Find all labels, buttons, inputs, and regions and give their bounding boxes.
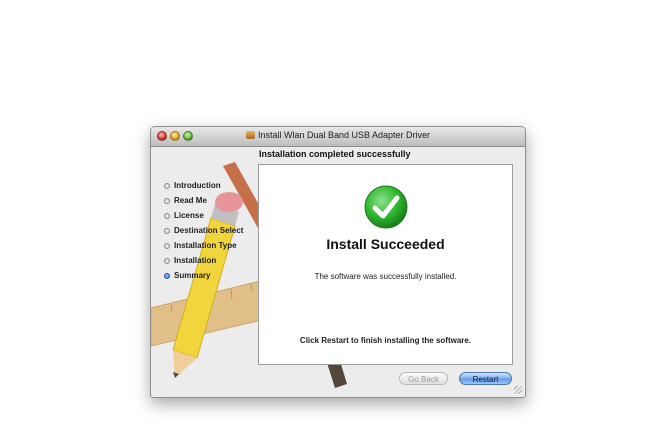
step-read-me: Read Me <box>164 193 243 208</box>
checkmark-icon <box>364 185 408 229</box>
step-installation: Installation <box>164 253 243 268</box>
step-label: Introduction <box>174 181 221 190</box>
step-bullet-active-icon <box>164 272 170 279</box>
step-license: License <box>164 208 243 223</box>
installer-window: Install Wlan Dual Band USB Adapter Drive… <box>150 126 526 398</box>
installer-steps-list: Introduction Read Me License Destination… <box>164 178 243 283</box>
step-label: Installation Type <box>174 241 237 250</box>
install-status-heading: Install Succeeded <box>326 236 445 252</box>
step-label: Installation <box>174 256 217 265</box>
window-title-container: Install Wlan Dual Band USB Adapter Drive… <box>151 130 525 140</box>
title-bar[interactable]: Install Wlan Dual Band USB Adapter Drive… <box>151 127 525 147</box>
step-bullet-icon <box>164 212 170 219</box>
restart-button[interactable]: Restart <box>459 372 512 385</box>
step-label: Summary <box>174 271 211 280</box>
step-destination-select: Destination Select <box>164 223 243 238</box>
step-label: Read Me <box>174 196 207 205</box>
window-title: Install Wlan Dual Band USB Adapter Drive… <box>257 130 431 140</box>
step-installation-type: Installation Type <box>164 238 243 253</box>
package-icon <box>245 131 255 139</box>
install-status-message: The software was successfully installed. <box>314 272 457 281</box>
content-panel: Install Succeeded The software was succe… <box>258 164 513 365</box>
resize-grip[interactable] <box>514 386 522 394</box>
go-back-button[interactable]: Go Back <box>399 372 448 385</box>
step-bullet-icon <box>164 227 170 234</box>
step-bullet-icon <box>164 242 170 249</box>
step-bullet-icon <box>164 182 170 189</box>
step-summary: Summary <box>164 268 243 283</box>
step-bullet-icon <box>164 257 170 264</box>
step-label: License <box>174 211 204 220</box>
step-label: Destination Select <box>174 226 244 235</box>
restart-instruction: Click Restart to finish installing the s… <box>299 336 472 345</box>
step-introduction: Introduction <box>164 178 243 193</box>
step-bullet-icon <box>164 197 170 204</box>
step-subtitle: Installation completed successfully <box>259 149 411 159</box>
